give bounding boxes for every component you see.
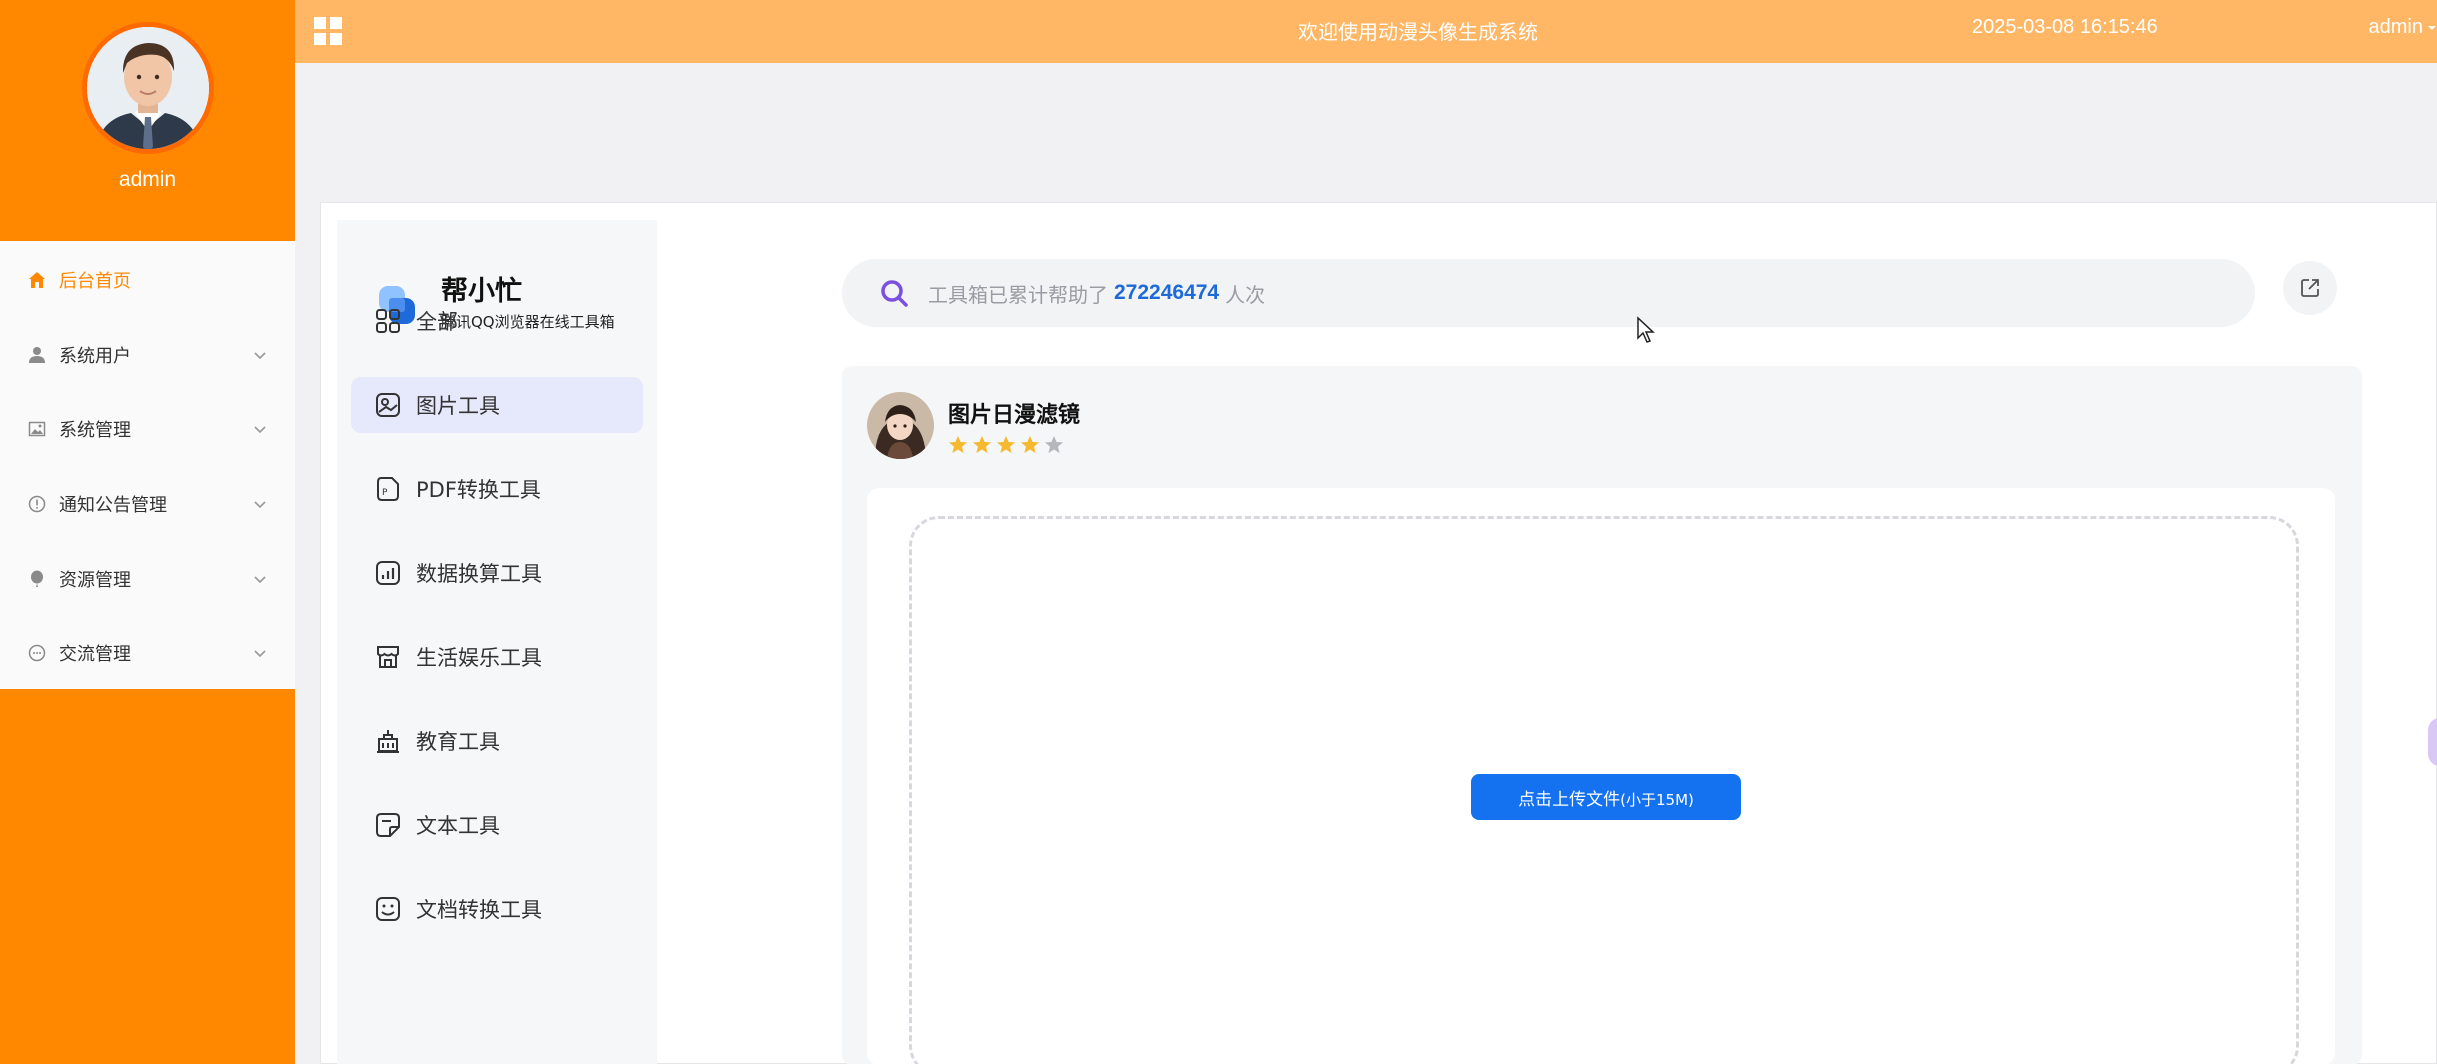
category-pdf-tools[interactable]: P PDF转换工具 xyxy=(351,461,643,517)
user-dropdown[interactable]: admin xyxy=(2369,16,2437,39)
category-life-entertainment[interactable]: 生活娱乐工具 xyxy=(351,629,643,685)
sidebar-item-label: 系统用户 xyxy=(59,345,131,367)
chevron-down-icon xyxy=(254,576,266,583)
category-education[interactable]: 教育工具 xyxy=(351,713,643,769)
category-label: 全部 xyxy=(416,310,458,334)
sidebar-item-home[interactable]: 后台首页 xyxy=(0,243,295,318)
user-icon xyxy=(27,345,47,365)
chevron-down-icon xyxy=(254,650,266,658)
profile-name: admin xyxy=(118,168,177,191)
sidebar-item-resource-management[interactable]: 资源管理 xyxy=(0,541,295,616)
doc-convert-icon xyxy=(376,897,400,921)
caret-down-icon xyxy=(2428,25,2436,30)
share-icon xyxy=(2301,279,2319,297)
user-avatar[interactable] xyxy=(81,22,214,154)
search-icon xyxy=(881,280,908,307)
profile-panel: admin xyxy=(0,0,295,241)
chart-icon xyxy=(376,561,400,585)
search-prefix: 工具箱已累计帮助了 xyxy=(928,282,1108,307)
floating-assistant-tab[interactable] xyxy=(2428,718,2437,766)
toolbox-search-bar[interactable]: 工具箱已累计帮助了 272246474 人次 xyxy=(842,259,2255,327)
category-label: 文档转换工具 xyxy=(416,898,542,922)
sidebar-item-label: 交流管理 xyxy=(59,644,131,666)
help-count: 272246474 xyxy=(1114,281,1220,304)
building-icon xyxy=(377,730,399,753)
category-label: 教育工具 xyxy=(416,730,500,754)
category-label: PDF转换工具 xyxy=(416,478,541,502)
chevron-down-icon xyxy=(254,352,266,360)
store-icon xyxy=(377,646,399,668)
sidebar-item-communication-management[interactable]: 交流管理 xyxy=(0,616,295,691)
tool-panel: 图片日漫滤镜 点击上传文件(小于15M) xyxy=(842,366,2362,1064)
current-datetime: 2025-03-08 16:15:46 xyxy=(1972,16,2158,38)
sidebar-item-label: 后台首页 xyxy=(59,271,131,293)
upload-size-hint: (小于15M) xyxy=(1620,790,1694,809)
sidebar-item-system-users[interactable]: 系统用户 xyxy=(0,318,295,393)
category-data-conversion[interactable]: 数据换算工具 xyxy=(351,545,643,601)
tool-thumbnail xyxy=(867,392,934,459)
category-all[interactable]: 全部 xyxy=(351,293,643,349)
sidebar-item-label: 资源管理 xyxy=(59,569,131,591)
grid-icon xyxy=(376,309,400,333)
chat-icon xyxy=(27,643,47,663)
category-doc-conversion[interactable]: 文档转换工具 xyxy=(351,881,643,937)
tool-rating xyxy=(948,435,1080,455)
star-filled-icon xyxy=(973,435,991,453)
category-label: 数据换算工具 xyxy=(416,562,542,586)
file-dropzone[interactable]: 点击上传文件(小于15M) xyxy=(909,516,2299,1064)
sidebar-item-label: 系统管理 xyxy=(59,420,131,442)
svg-text:P: P xyxy=(382,488,388,498)
share-button[interactable] xyxy=(2283,261,2337,315)
info-icon xyxy=(27,494,47,514)
category-label: 图片工具 xyxy=(416,394,500,418)
balloon-icon xyxy=(27,569,47,589)
category-label: 生活娱乐工具 xyxy=(416,646,542,670)
category-label: 文本工具 xyxy=(416,814,500,838)
admin-sidebar: admin 后台首页 系统用户 系统管理 通知公告管理 资源管理 交流管理 xyxy=(0,0,295,1064)
page-title: 欢迎使用动漫头像生成系统 xyxy=(1298,20,1538,44)
star-filled-icon xyxy=(997,435,1015,453)
star-filled-icon xyxy=(1021,435,1039,453)
mouse-cursor-icon xyxy=(1637,316,1655,343)
tool-name: 图片日漫滤镜 xyxy=(948,402,1081,428)
user-dropdown-label: admin xyxy=(2368,16,2423,38)
category-image-tools[interactable]: 图片工具 xyxy=(351,377,643,433)
toolbox-category-nav: 帮小忙 腾讯QQ浏览器在线工具箱 全部 图片工具 P PDF转换工具 数据换算工… xyxy=(337,220,657,1064)
chevron-down-icon xyxy=(254,426,266,434)
sidebar-item-label: 通知公告管理 xyxy=(59,495,167,517)
star-filled-icon xyxy=(949,435,967,453)
category-text-tools[interactable]: 文本工具 xyxy=(351,797,643,853)
chevron-down-icon xyxy=(254,501,266,509)
home-icon xyxy=(27,270,47,290)
upload-card: 点击上传文件(小于15M) xyxy=(867,488,2335,1064)
note-icon xyxy=(376,813,400,837)
upload-file-button[interactable]: 点击上传文件(小于15M) xyxy=(1471,774,1741,820)
image-icon xyxy=(27,419,47,439)
picture-icon xyxy=(376,393,400,417)
pdf-icon: P xyxy=(377,477,399,501)
sidebar-menu: 后台首页 系统用户 系统管理 通知公告管理 资源管理 交流管理 xyxy=(0,241,295,689)
upload-button-label: 点击上传文件 xyxy=(1518,789,1621,810)
content-frame: 帮小忙 腾讯QQ浏览器在线工具箱 全部 图片工具 P PDF转换工具 数据换算工… xyxy=(320,202,2437,1064)
search-suffix: 人次 xyxy=(1225,282,1266,307)
star-empty-icon xyxy=(1045,435,1063,453)
tool-header: 图片日漫滤镜 xyxy=(867,392,1080,459)
sidebar-item-system-management[interactable]: 系统管理 xyxy=(0,392,295,467)
grid-menu-icon[interactable] xyxy=(313,16,343,46)
top-header: 欢迎使用动漫头像生成系统 2025-03-08 16:15:46 admin xyxy=(295,0,2437,63)
sidebar-item-notice-management[interactable]: 通知公告管理 xyxy=(0,467,295,542)
